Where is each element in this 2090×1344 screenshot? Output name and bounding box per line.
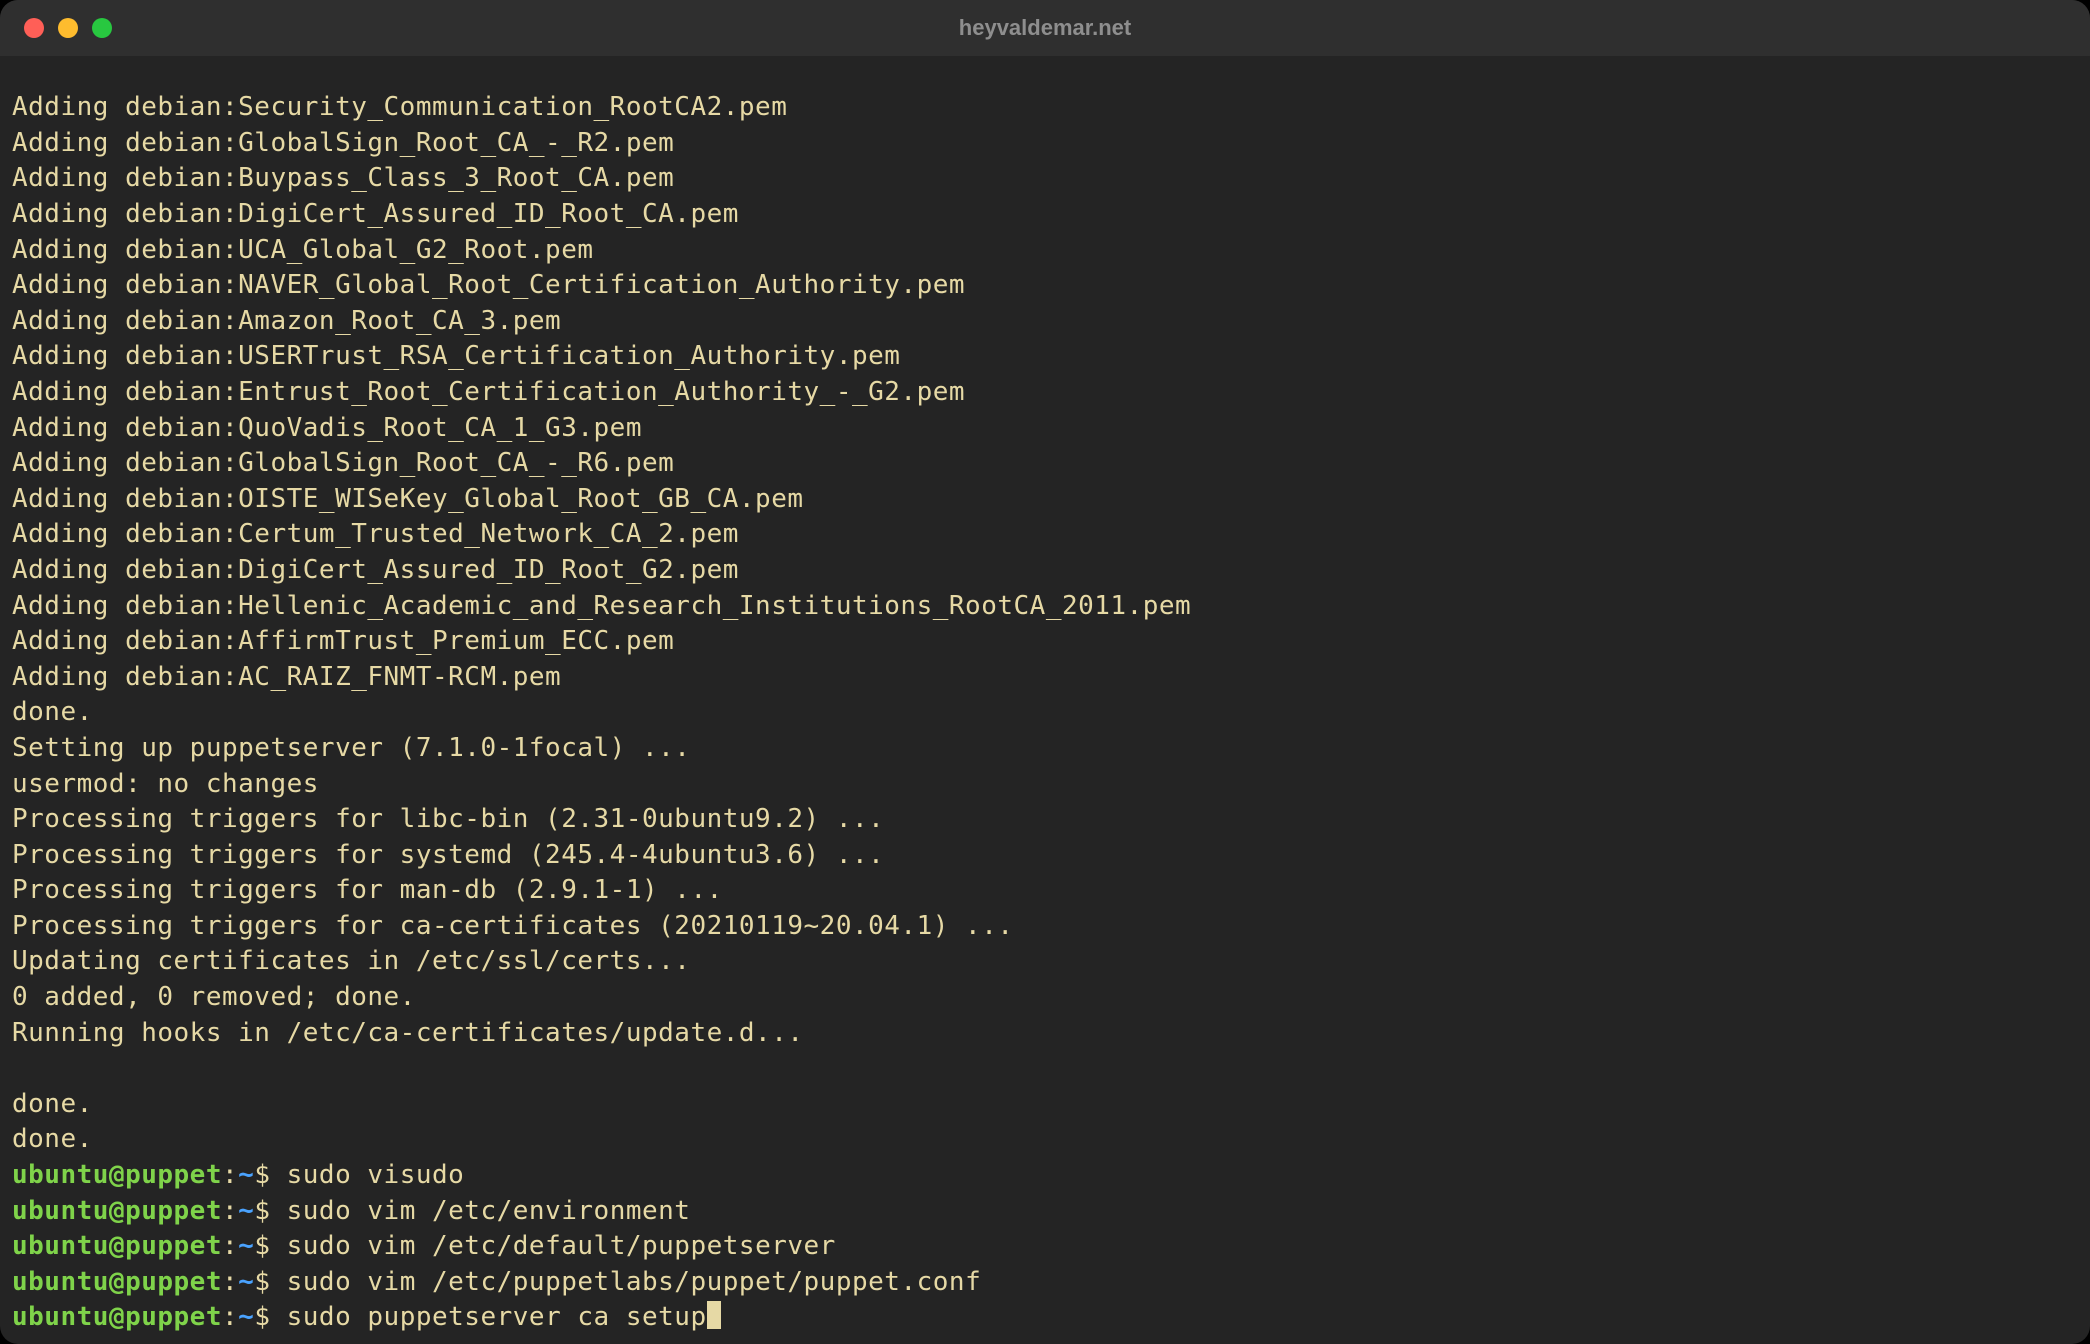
prompt-path: ~: [238, 1160, 254, 1190]
prompt-line: ubuntu@puppet:~$ sudo puppetserver ca se…: [12, 1300, 2078, 1336]
zoom-icon[interactable]: [92, 18, 112, 38]
prompt-line: ubuntu@puppet:~$ sudo vim /etc/default/p…: [12, 1229, 2078, 1265]
output-line: Adding debian:OISTE_WISeKey_Global_Root_…: [12, 482, 2078, 518]
prompt-user-host: ubuntu@puppet: [12, 1196, 222, 1226]
output-line: Running hooks in /etc/ca-certificates/up…: [12, 1016, 2078, 1052]
titlebar: heyvaldemar.net: [0, 0, 2090, 56]
prompt-colon: :: [222, 1196, 238, 1226]
output-line: Updating certificates in /etc/ssl/certs.…: [12, 944, 2078, 980]
output-line: Adding debian:Security_Communication_Roo…: [12, 90, 2078, 126]
prompt-path: ~: [238, 1196, 254, 1226]
prompt-user-host: ubuntu@puppet: [12, 1302, 222, 1332]
output-line: 0 added, 0 removed; done.: [12, 980, 2078, 1016]
window-title: heyvaldemar.net: [0, 15, 2090, 41]
output-line: Processing triggers for man-db (2.9.1-1)…: [12, 873, 2078, 909]
command-text: sudo vim /etc/puppetlabs/puppet/puppet.c…: [287, 1267, 982, 1297]
window-controls: [0, 18, 112, 38]
command-text: sudo vim /etc/default/puppetserver: [287, 1231, 836, 1261]
prompt-colon: :: [222, 1231, 238, 1261]
prompt-symbol: $: [254, 1231, 286, 1261]
prompt-symbol: $: [254, 1267, 286, 1297]
output-line: Processing triggers for libc-bin (2.31-0…: [12, 802, 2078, 838]
output-line: Adding debian:Entrust_Root_Certification…: [12, 375, 2078, 411]
output-line: Processing triggers for systemd (245.4-4…: [12, 838, 2078, 874]
minimize-icon[interactable]: [58, 18, 78, 38]
output-line: Adding debian:AffirmTrust_Premium_ECC.pe…: [12, 624, 2078, 660]
terminal-output: Adding debian:Security_Communication_Roo…: [12, 90, 2078, 1158]
prompt-colon: :: [222, 1160, 238, 1190]
output-line: Adding debian:AC_RAIZ_FNMT-RCM.pem: [12, 660, 2078, 696]
output-line: Adding debian:Amazon_Root_CA_3.pem: [12, 304, 2078, 340]
output-line: Adding debian:QuoVadis_Root_CA_1_G3.pem: [12, 411, 2078, 447]
prompt-colon: :: [222, 1267, 238, 1297]
output-line: usermod: no changes: [12, 767, 2078, 803]
prompt-symbol: $: [254, 1302, 286, 1332]
prompt-path: ~: [238, 1267, 254, 1297]
output-line: Adding debian:Certum_Trusted_Network_CA_…: [12, 517, 2078, 553]
prompt-path: ~: [238, 1231, 254, 1261]
output-line: Adding debian:GlobalSign_Root_CA_-_R2.pe…: [12, 126, 2078, 162]
output-line: Adding debian:NAVER_Global_Root_Certific…: [12, 268, 2078, 304]
prompt-line: ubuntu@puppet:~$ sudo visudo: [12, 1158, 2078, 1194]
prompt-line: ubuntu@puppet:~$ sudo vim /etc/puppetlab…: [12, 1265, 2078, 1301]
output-line: [12, 1051, 2078, 1087]
prompt-user-host: ubuntu@puppet: [12, 1231, 222, 1261]
terminal-window: heyvaldemar.net Adding debian:Security_C…: [0, 0, 2090, 1344]
command-text: sudo puppetserver ca setup: [287, 1302, 707, 1332]
output-line: done.: [12, 1087, 2078, 1123]
output-line: done.: [12, 1122, 2078, 1158]
prompt-symbol: $: [254, 1196, 286, 1226]
terminal-body[interactable]: Adding debian:Security_Communication_Roo…: [0, 56, 2090, 1344]
prompt-colon: :: [222, 1302, 238, 1332]
output-line: done.: [12, 695, 2078, 731]
output-line: Adding debian:DigiCert_Assured_ID_Root_C…: [12, 197, 2078, 233]
output-line: Processing triggers for ca-certificates …: [12, 909, 2078, 945]
prompt-user-host: ubuntu@puppet: [12, 1267, 222, 1297]
cursor-icon: [707, 1301, 721, 1329]
prompt-line: ubuntu@puppet:~$ sudo vim /etc/environme…: [12, 1194, 2078, 1230]
terminal-prompts: ubuntu@puppet:~$ sudo visudoubuntu@puppe…: [12, 1158, 2078, 1336]
output-line: Adding debian:Buypass_Class_3_Root_CA.pe…: [12, 161, 2078, 197]
prompt-path: ~: [238, 1302, 254, 1332]
output-line: Adding debian:GlobalSign_Root_CA_-_R6.pe…: [12, 446, 2078, 482]
output-line: Adding debian:USERTrust_RSA_Certificatio…: [12, 339, 2078, 375]
prompt-symbol: $: [254, 1160, 286, 1190]
output-line: Setting up puppetserver (7.1.0-1focal) .…: [12, 731, 2078, 767]
output-line: Adding debian:DigiCert_Assured_ID_Root_G…: [12, 553, 2078, 589]
output-line: Adding debian:UCA_Global_G2_Root.pem: [12, 233, 2078, 269]
prompt-user-host: ubuntu@puppet: [12, 1160, 222, 1190]
output-line: Adding debian:Hellenic_Academic_and_Rese…: [12, 589, 2078, 625]
command-text: sudo vim /etc/environment: [287, 1196, 691, 1226]
command-text: sudo visudo: [287, 1160, 465, 1190]
close-icon[interactable]: [24, 18, 44, 38]
